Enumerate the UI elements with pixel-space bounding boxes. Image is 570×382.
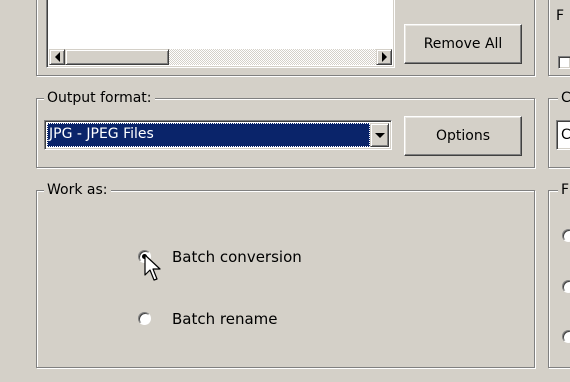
right-checkbox[interactable]	[558, 56, 570, 69]
options-button[interactable]: Options	[404, 116, 522, 156]
output-format-legend: Output format:	[44, 90, 155, 106]
right-top-legend: F	[556, 8, 565, 24]
radio-batch-rename[interactable]: Batch rename	[138, 309, 378, 329]
format-select-value: JPG - JPEG Files	[47, 123, 370, 147]
format-select[interactable]: JPG - JPEG Files	[44, 120, 392, 150]
scroll-left-button[interactable]	[49, 49, 65, 65]
scroll-right-button[interactable]	[376, 49, 392, 65]
right-mid-field[interactable]: C	[556, 120, 570, 150]
work-as-group	[36, 190, 535, 368]
horizontal-scrollbar[interactable]	[49, 49, 392, 65]
radio-label-batch-rename: Batch rename	[172, 310, 278, 328]
scroll-track[interactable]	[169, 49, 376, 65]
right-radio-1[interactable]	[562, 229, 570, 242]
right-radio-3[interactable]	[562, 330, 570, 343]
scroll-thumb[interactable]	[65, 49, 169, 65]
right-radio-2[interactable]	[562, 280, 570, 293]
right-mid-legend: C	[558, 90, 570, 106]
right-bottom-legend: F	[558, 182, 570, 198]
right-mid-field-value: C	[561, 127, 570, 143]
left-arrow-icon	[54, 52, 60, 62]
remove-all-button[interactable]: Remove All	[404, 24, 522, 64]
chevron-down-icon	[374, 132, 385, 138]
work-as-legend: Work as:	[44, 182, 111, 198]
right-arrow-icon	[381, 52, 387, 62]
mouse-cursor-icon	[144, 254, 161, 281]
format-dropdown-button[interactable]	[370, 123, 389, 147]
radio-button-unchecked[interactable]	[138, 312, 151, 325]
radio-label-batch-conversion: Batch conversion	[172, 248, 302, 266]
radio-batch-conversion[interactable]: Batch conversion	[138, 247, 378, 267]
file-listbox[interactable]	[46, 0, 395, 68]
